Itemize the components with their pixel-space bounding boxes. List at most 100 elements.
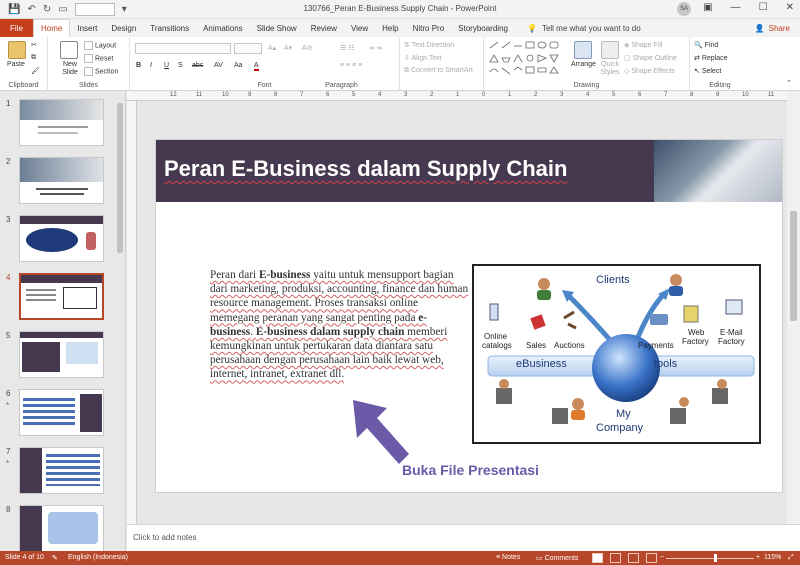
tab-help[interactable]: Help bbox=[375, 19, 405, 37]
share-button[interactable]: 👤 Share bbox=[755, 19, 800, 37]
thumb-number: 4 bbox=[6, 273, 11, 282]
find-button[interactable]: 🔍 Find bbox=[694, 41, 718, 49]
tab-storyboarding[interactable]: Storyboarding bbox=[451, 19, 515, 37]
quick-styles-icon[interactable] bbox=[601, 41, 619, 59]
thumb-banner bbox=[21, 275, 102, 283]
shapes-gallery[interactable] bbox=[488, 40, 566, 76]
copy-icon[interactable]: ⧉ bbox=[31, 54, 36, 62]
bold-button[interactable]: B bbox=[136, 62, 141, 69]
slide-sorter-button[interactable] bbox=[610, 553, 621, 563]
indent-icon[interactable]: ⇤⇥ bbox=[370, 44, 382, 52]
editor-scrollbar[interactable] bbox=[787, 91, 800, 524]
notes-button[interactable]: ≡ Notes bbox=[496, 554, 520, 561]
shadow-button[interactable]: S bbox=[178, 62, 183, 69]
select-button[interactable]: ↖ Select bbox=[694, 67, 721, 75]
editor-scroll-thumb[interactable] bbox=[790, 211, 797, 321]
slide-thumb-5[interactable] bbox=[19, 331, 104, 378]
format-painter-icon[interactable]: 🖌 bbox=[31, 67, 40, 75]
section-button[interactable]: Section bbox=[84, 67, 118, 76]
ebusiness-diagram[interactable]: Clients Online catalogs Sales Auctions P… bbox=[472, 264, 761, 444]
replace-label: Replace bbox=[701, 55, 728, 62]
tab-transitions[interactable]: Transitions bbox=[143, 19, 196, 37]
shrink-font-icon[interactable]: A▾ bbox=[284, 44, 292, 52]
fit-to-window-icon[interactable]: ⤢ bbox=[788, 554, 794, 562]
diagram-email: E-Mail bbox=[720, 328, 743, 337]
underline-button[interactable]: U bbox=[164, 62, 169, 69]
zoom-slider-knob[interactable] bbox=[714, 554, 717, 562]
font-name-combo[interactable] bbox=[135, 43, 231, 54]
thumbs-scrollbar[interactable] bbox=[117, 93, 123, 533]
ribbon-display-icon[interactable]: ▣ bbox=[703, 2, 712, 13]
tab-home[interactable]: Home bbox=[33, 19, 71, 37]
minimize-icon[interactable]: — bbox=[731, 2, 741, 13]
zoom-out-icon[interactable]: − bbox=[660, 554, 664, 561]
slide-thumb-2[interactable] bbox=[19, 157, 104, 204]
comments-button[interactable]: ▭ Comments bbox=[536, 554, 578, 562]
slide-thumb-3[interactable] bbox=[19, 215, 104, 262]
slide-canvas[interactable]: Peran E-Business dalam Supply Chain Pera… bbox=[155, 139, 783, 493]
reading-view-button[interactable] bbox=[628, 553, 639, 563]
spellcheck-icon[interactable]: ✎ bbox=[52, 554, 58, 562]
slide-thumb-4[interactable] bbox=[19, 273, 104, 320]
maximize-icon[interactable]: ☐ bbox=[759, 2, 768, 13]
font-size-combo[interactable] bbox=[234, 43, 262, 54]
tab-insert[interactable]: Insert bbox=[70, 19, 104, 37]
tell-me-box[interactable]: 💡 Tell me what you want to do bbox=[515, 19, 641, 37]
slide-thumb-7[interactable] bbox=[19, 447, 104, 494]
paste-icon[interactable] bbox=[8, 41, 26, 59]
shape-effects-button[interactable]: ◇ Shape Effects bbox=[624, 67, 675, 75]
tab-review[interactable]: Review bbox=[304, 19, 344, 37]
slide-thumb-1[interactable] bbox=[19, 99, 104, 146]
grow-font-icon[interactable]: A▴ bbox=[268, 44, 276, 52]
diagram-online: Online bbox=[484, 332, 508, 341]
tab-slide-show[interactable]: Slide Show bbox=[250, 19, 304, 37]
slide-body-text[interactable]: Peran dari E-business yaitu untuk mensup… bbox=[210, 268, 470, 382]
arrange-icon[interactable] bbox=[574, 41, 592, 59]
comments-label: Comments bbox=[544, 555, 579, 562]
align-text-button[interactable]: ⇳ Align Text bbox=[404, 54, 442, 62]
pointer-arrow-icon bbox=[353, 400, 409, 464]
font-color-button[interactable]: A bbox=[254, 62, 259, 71]
user-avatar[interactable]: SA bbox=[677, 2, 691, 16]
slide-title[interactable]: Peran E-Business dalam Supply Chain bbox=[164, 156, 567, 182]
slide-show-button[interactable] bbox=[646, 553, 657, 563]
shape-outline-button[interactable]: ▢ Shape Outline bbox=[624, 54, 677, 62]
cut-icon[interactable]: ✂ bbox=[31, 41, 37, 49]
clear-format-icon[interactable]: A⊘ bbox=[302, 44, 313, 52]
tab-animations[interactable]: Animations bbox=[196, 19, 250, 37]
new-slide-label[interactable]: New Slide bbox=[60, 61, 80, 77]
slide-thumb-6[interactable] bbox=[19, 389, 104, 436]
normal-view-button[interactable] bbox=[592, 553, 603, 563]
ruler-tick-label: 10 bbox=[742, 92, 749, 98]
reset-button[interactable]: Reset bbox=[84, 54, 113, 63]
change-case-button[interactable]: Aa bbox=[234, 62, 243, 69]
new-slide-icon[interactable] bbox=[60, 41, 78, 59]
thumbs-scroll-thumb[interactable] bbox=[117, 103, 123, 253]
align-icons[interactable]: ≡ ≡ ≡ ≡ bbox=[340, 62, 362, 69]
paste-label[interactable]: Paste bbox=[7, 61, 25, 68]
tab-view[interactable]: View bbox=[344, 19, 375, 37]
layout-button[interactable]: Layout bbox=[84, 41, 116, 50]
tab-file[interactable]: File bbox=[0, 19, 33, 37]
tab-design[interactable]: Design bbox=[104, 19, 143, 37]
close-icon[interactable]: ✕ bbox=[786, 2, 794, 13]
zoom-slider[interactable] bbox=[666, 558, 754, 559]
shape-fill-button[interactable]: ◈ Shape Fill bbox=[624, 41, 662, 49]
strikethrough-button[interactable]: abc bbox=[192, 62, 203, 69]
arrange-label[interactable]: Arrange bbox=[571, 61, 596, 68]
language-indicator[interactable]: English (Indonesia) bbox=[68, 554, 128, 561]
tab-nitro-pro[interactable]: Nitro Pro bbox=[406, 19, 452, 37]
collapse-ribbon-icon[interactable]: ⌃ bbox=[786, 79, 792, 87]
text-direction-button[interactable]: ⇅ Text Direction bbox=[404, 41, 454, 49]
char-spacing-button[interactable]: AV bbox=[214, 62, 223, 69]
quick-styles-label[interactable]: Quick Styles bbox=[598, 61, 622, 77]
smartart-button[interactable]: ⧉ Convert to SmartArt bbox=[404, 67, 473, 75]
slide-thumb-8[interactable] bbox=[19, 505, 104, 551]
replace-button[interactable]: ⇄ Replace bbox=[694, 54, 728, 62]
thumb-rows bbox=[23, 398, 75, 426]
zoom-level[interactable]: 115% bbox=[764, 554, 781, 561]
zoom-in-icon[interactable]: + bbox=[756, 554, 760, 561]
bullets-icon[interactable]: ☰ ☷ bbox=[340, 44, 355, 52]
notes-pane[interactable]: Click to add notes bbox=[127, 524, 800, 551]
italic-button[interactable]: I bbox=[150, 62, 152, 69]
